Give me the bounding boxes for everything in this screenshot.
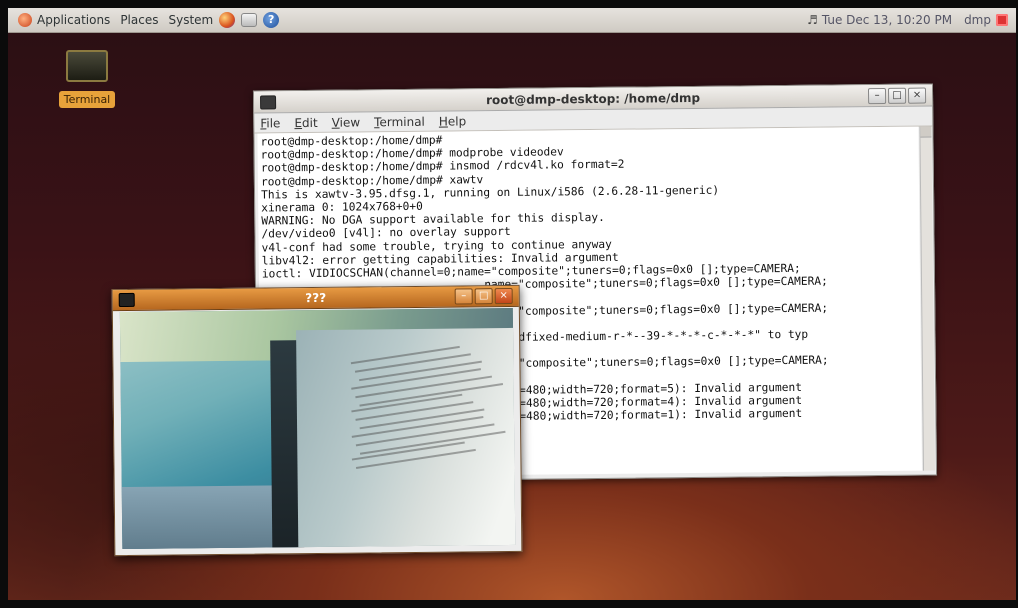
terminal-window-icon[interactable] — [260, 94, 277, 109]
xawtv-titlebar[interactable]: ??? – □ × — [112, 285, 519, 312]
clock[interactable]: Tue Dec 13, 10:20 PM — [822, 13, 952, 27]
panel-right: ♬ Tue Dec 13, 10:20 PM dmp — [807, 13, 1008, 27]
video-preview[interactable] — [119, 307, 516, 550]
minimize-button[interactable]: – — [867, 87, 887, 104]
mail-launcher-icon[interactable] — [241, 13, 258, 27]
system-menu[interactable]: System — [168, 13, 213, 27]
terminal-scrollbar[interactable] — [919, 126, 935, 471]
ubuntu-logo-icon — [18, 13, 32, 27]
desktop-screen: Applications Places System ? ♬ Tue Dec 1… — [8, 8, 1016, 600]
desktop-icon-terminal[interactable]: Terminal — [52, 50, 122, 108]
menu-help[interactable]: Help — [439, 114, 467, 128]
help-launcher-icon[interactable]: ? — [263, 12, 280, 28]
menu-view[interactable]: View — [332, 115, 361, 129]
places-menu[interactable]: Places — [120, 13, 158, 27]
maximize-button[interactable]: □ — [887, 87, 907, 104]
xawtv-maximize-button[interactable]: □ — [474, 288, 493, 305]
menu-edit[interactable]: Edit — [294, 115, 317, 129]
applications-menu[interactable]: Applications — [18, 13, 110, 27]
scroll-up-arrow-icon[interactable] — [920, 126, 932, 138]
desktop-icon-label: Terminal — [58, 91, 116, 108]
top-panel: Applications Places System ? ♬ Tue Dec 1… — [8, 8, 1016, 33]
xawtv-close-button[interactable]: × — [494, 287, 513, 305]
applications-menu-label: Applications — [37, 13, 111, 27]
firefox-launcher-icon[interactable] — [219, 12, 236, 28]
volume-icon[interactable]: ♬ — [807, 13, 818, 27]
shutdown-icon[interactable] — [996, 14, 1008, 26]
close-button[interactable]: × — [907, 87, 927, 104]
menu-file[interactable]: File — [260, 116, 280, 130]
terminal-window-title: root@dmp-desktop: /home/dmp — [485, 90, 701, 107]
xawtv-window-icon[interactable] — [118, 292, 135, 308]
xawtv-window: ??? – □ × — [111, 284, 523, 557]
xawtv-minimize-button[interactable]: – — [454, 288, 473, 305]
terminal-icon — [66, 50, 108, 82]
user-switcher[interactable]: dmp — [964, 13, 991, 27]
menu-terminal[interactable]: Terminal — [374, 114, 425, 129]
